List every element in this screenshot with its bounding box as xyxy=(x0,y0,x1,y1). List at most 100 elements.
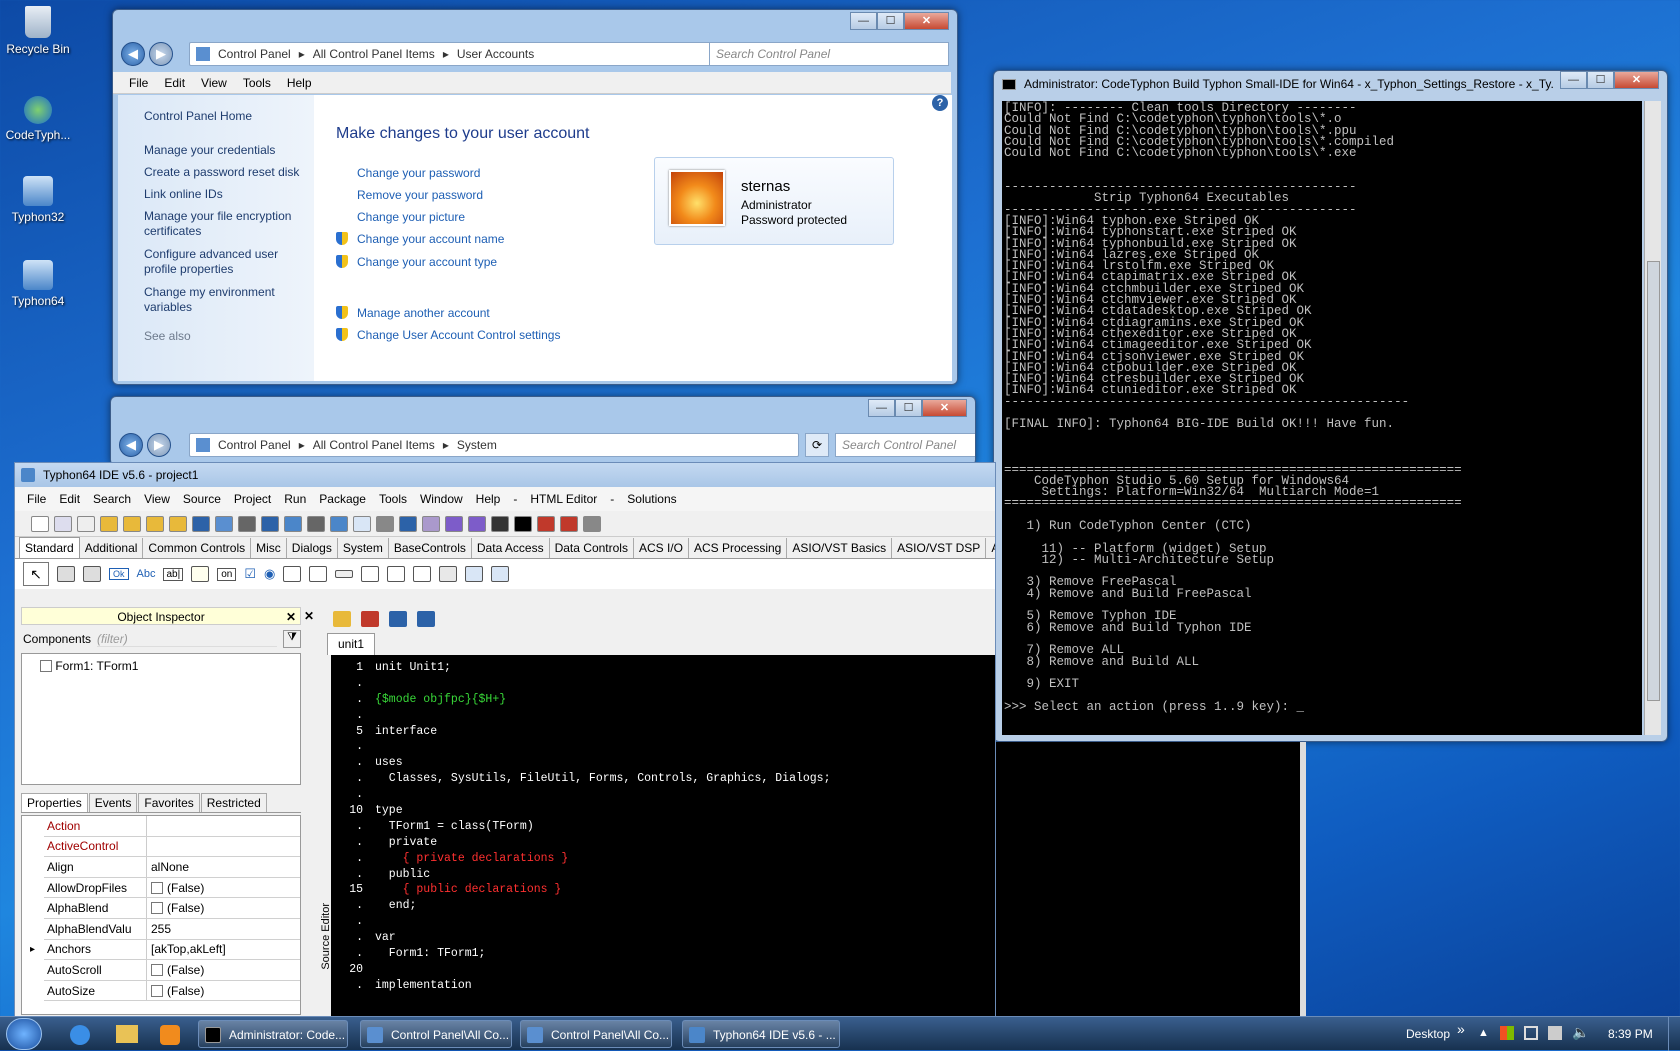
taskbar-item-console[interactable]: Administrator: Code... xyxy=(198,1020,348,1048)
side-link[interactable]: Manage your credentials xyxy=(144,143,309,158)
menu-item[interactable]: View xyxy=(144,492,170,506)
taskbar-item-typhon-ide[interactable]: Typhon64 IDE v5.6 - ... xyxy=(682,1020,840,1048)
desktop-icon-typhon32[interactable]: Typhon32 xyxy=(4,176,72,224)
refresh-button[interactable]: ⟳ xyxy=(805,433,829,457)
help-icon[interactable]: ? xyxy=(932,95,948,111)
property-row[interactable]: AllowDropFiles (False) xyxy=(44,877,300,899)
debug-icon[interactable] xyxy=(560,515,578,532)
oi-close-icon[interactable]: ✕ xyxy=(304,609,314,623)
tree-item[interactable]: Form1: TForm1 xyxy=(55,659,138,673)
property-row[interactable]: AlphaBlend (False) xyxy=(44,898,300,919)
close-button[interactable]: ✕ xyxy=(904,12,949,30)
manage-another-account-link[interactable]: Manage another account xyxy=(357,306,490,320)
side-link[interactable]: Manage your file encryption certificates xyxy=(144,209,304,239)
taskbar-item-control-panel-1[interactable]: Control Panel\All Co... xyxy=(360,1020,512,1048)
tools-icon[interactable] xyxy=(376,515,394,532)
property-row[interactable]: AutoSize (False) xyxy=(44,980,300,1002)
palette-tab[interactable]: Data Controls xyxy=(550,538,634,558)
new-file-icon[interactable] xyxy=(31,515,49,532)
popupmenu-component-icon[interactable] xyxy=(83,566,101,582)
start-button[interactable] xyxy=(6,1018,42,1050)
palette-tab[interactable]: BaseControls xyxy=(389,538,472,558)
taskbar-item-control-panel-2[interactable]: Control Panel\All Co... xyxy=(520,1020,672,1048)
oi-tab[interactable]: Favorites xyxy=(138,793,200,812)
forward-button[interactable]: ▶ xyxy=(147,433,171,457)
console-output[interactable]: [INFO]: -------- Clean tools Directory -… xyxy=(1002,101,1642,735)
close-icon[interactable]: ✕ xyxy=(286,608,296,626)
open-recent-icon[interactable] xyxy=(123,515,141,532)
back-icon[interactable] xyxy=(389,611,407,627)
clock[interactable]: 8:39 PM xyxy=(1608,1027,1653,1041)
togglebox-component-icon[interactable]: on xyxy=(217,567,237,581)
palette-tab[interactable]: ASIO/VST DSP xyxy=(892,538,987,558)
button-component-icon[interactable]: Ok xyxy=(109,568,129,580)
toolbar-chevron[interactable]: » xyxy=(1457,1021,1465,1037)
breadcrumb-item[interactable]: Control Panel xyxy=(218,438,291,452)
palette-tab[interactable]: Data Access xyxy=(472,538,550,558)
side-link[interactable]: Link online IDs xyxy=(144,187,309,202)
change-account-type-link[interactable]: Change your account type xyxy=(357,255,497,269)
view-units-icon[interactable] xyxy=(215,515,233,532)
mainmenu-component-icon[interactable] xyxy=(57,566,75,582)
property-value[interactable]: (False) xyxy=(147,881,204,895)
menu-item[interactable]: Package xyxy=(319,492,366,506)
bookmark-icon[interactable] xyxy=(361,611,379,627)
property-row[interactable]: AutoScroll (False) xyxy=(44,960,300,981)
menu-item[interactable]: Edit xyxy=(59,492,80,506)
breakpoint-icon[interactable] xyxy=(537,515,555,532)
property-value[interactable]: [akTop,akLeft] xyxy=(147,942,226,956)
address-bar[interactable]: Control Panel ▸ All Control Panel Items ▸ … xyxy=(189,42,785,66)
step-over-icon[interactable] xyxy=(468,515,486,532)
toggle-form-icon[interactable] xyxy=(192,515,210,532)
project-icon[interactable] xyxy=(284,515,302,532)
options-icon[interactable] xyxy=(307,515,325,532)
filter-input[interactable]: (filter) xyxy=(97,632,277,647)
system-window[interactable]: — ☐ ✕ ◀ ▶ Control Panel ▸ All Control Panel… xyxy=(110,396,976,466)
scrollbar-component-icon[interactable] xyxy=(335,570,354,578)
ie-icon[interactable] xyxy=(70,1025,90,1045)
minimize-button[interactable]: — xyxy=(868,399,895,417)
scrollbar-thumb[interactable] xyxy=(1647,261,1660,701)
address-bar[interactable]: Control Panel ▸ All Control Panel Items ▸ … xyxy=(189,433,799,457)
property-row[interactable]: AlphaBlendValu 255 xyxy=(44,918,300,940)
property-row[interactable]: Align alNone xyxy=(44,857,300,878)
action-center-icon[interactable] xyxy=(1524,1026,1538,1040)
property-checkbox[interactable] xyxy=(151,963,163,976)
palette-tab[interactable]: A xyxy=(986,538,995,558)
listbox-component-icon[interactable] xyxy=(283,566,302,582)
maximize-button[interactable]: ☐ xyxy=(895,399,922,417)
maximize-button[interactable]: ☐ xyxy=(1587,71,1614,89)
menu-item[interactable]: Search xyxy=(93,492,131,506)
property-value[interactable]: 255 xyxy=(147,922,171,936)
breadcrumb-item[interactable]: All Control Panel Items xyxy=(313,47,435,61)
media-player-icon[interactable] xyxy=(160,1025,180,1045)
filter-icon[interactable]: ⧩ xyxy=(283,630,301,648)
pause-icon[interactable] xyxy=(491,515,509,532)
desktop-icon-recycle-bin[interactable]: Recycle Bin xyxy=(4,6,72,56)
frame-component-icon[interactable] xyxy=(465,566,484,582)
property-row[interactable]: ActiveControl xyxy=(44,836,300,858)
back-button[interactable]: ◀ xyxy=(121,42,145,66)
step-icon[interactable] xyxy=(422,515,440,532)
palette-tab[interactable]: Dialogs xyxy=(287,538,338,558)
show-hidden-icons-icon[interactable]: ▲ xyxy=(1478,1027,1489,1039)
menu-item[interactable]: Source xyxy=(183,492,221,506)
windows-flag-icon[interactable] xyxy=(1500,1026,1514,1040)
property-grid[interactable]: Action ActiveControl Align alNone AllowDropF… xyxy=(21,815,301,1015)
save-icon[interactable] xyxy=(146,515,164,532)
combobox-component-icon[interactable] xyxy=(309,566,328,582)
menu-item[interactable]: File xyxy=(27,492,46,506)
open-file-icon[interactable] xyxy=(333,611,351,627)
property-checkbox[interactable] xyxy=(151,881,163,894)
actionlist-component-icon[interactable] xyxy=(491,566,510,582)
property-value[interactable]: alNone xyxy=(147,860,189,874)
search-input[interactable]: Search Control Panel xyxy=(709,42,949,66)
menu-item[interactable]: Help xyxy=(287,76,312,90)
desktop-icon-codetyphon[interactable]: CodeTyph... xyxy=(4,96,72,142)
expand-icon[interactable]: ▸ xyxy=(30,944,35,955)
menu-item[interactable]: Window xyxy=(420,492,463,506)
oi-tab[interactable]: Events xyxy=(88,793,138,812)
breadcrumb-item[interactable]: System xyxy=(457,438,497,452)
menu-item[interactable]: Tools xyxy=(379,492,407,506)
console-window[interactable]: Administrator: CodeTyphon Build Typhon S… xyxy=(993,70,1668,742)
